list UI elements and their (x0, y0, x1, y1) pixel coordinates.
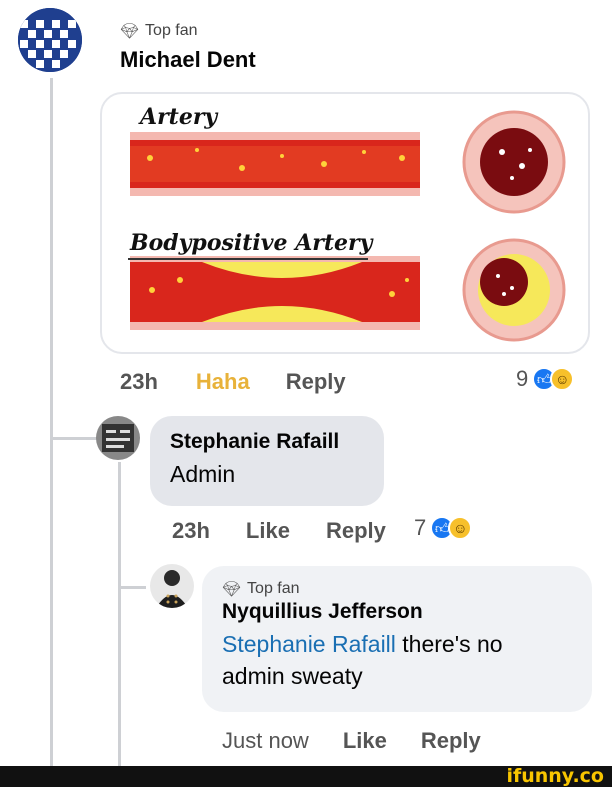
reply-author[interactable]: Nyquillius Jefferson (222, 600, 572, 624)
thread-connector-1 (50, 437, 98, 440)
reply-meta: 23h Like Reply (172, 518, 386, 544)
reply-text-line2: admin sweaty (222, 663, 363, 689)
top-fan-badge: 💎︎ Top fan (120, 22, 198, 40)
mention-link[interactable]: Stephanie Rafaill (222, 631, 396, 657)
reaction-count: 9 (516, 366, 529, 391)
watermark-bar: ifunny.co (0, 766, 612, 787)
thread-line-main-lower (50, 440, 53, 766)
reaction-count: 7 (414, 515, 427, 540)
comment-author[interactable]: Michael Dent (120, 47, 256, 73)
reply-text-line1: there's no (395, 631, 503, 657)
reply-bubble: Stephanie Rafaill Admin (150, 416, 384, 506)
comment-image[interactable]: Artery Bodypositive Artery (100, 92, 590, 354)
laugh-emoji-icon: ☺ (550, 367, 575, 391)
diamond-gem-icon: 💎︎ (120, 23, 140, 40)
image-label-bodypositive: Bodypositive Artery (130, 230, 373, 256)
image-underline-bottom (128, 258, 368, 260)
reply-text: Stephanie Rafaill there's no admin sweat… (222, 628, 572, 692)
reply-bubble: 💎︎ Top fan Nyquillius Jefferson Stephani… (202, 566, 592, 712)
reply-meta: Just now Like Reply (222, 728, 481, 754)
reply-timestamp[interactable]: 23h (172, 518, 210, 544)
haha-button[interactable]: Haha (196, 369, 250, 395)
avatar[interactable] (96, 416, 140, 460)
diamond-gem-icon: 💎︎ (222, 581, 242, 598)
comment-meta: 23h Haha Reply (120, 369, 346, 395)
watermark-logo: ifunny.co (506, 765, 604, 787)
top-fan-badge: 💎︎ Top fan (222, 580, 572, 598)
reply-author[interactable]: Stephanie Rafaill (170, 430, 364, 454)
avatar[interactable] (150, 564, 194, 608)
reply-button[interactable]: Reply (286, 369, 346, 395)
reply-text: Admin (170, 461, 236, 487)
thread-line-main (50, 78, 53, 440)
reply-reactions[interactable]: 7 👍︎ ☺ (414, 515, 473, 541)
comment-timestamp[interactable]: 23h (120, 369, 158, 395)
laugh-emoji-icon: ☺ (448, 516, 473, 540)
comment-reactions[interactable]: 9 👍︎ ☺ (516, 366, 575, 392)
thread-line-reply (118, 462, 121, 766)
badge-label: Top fan (145, 22, 198, 39)
badge-label: Top fan (247, 580, 300, 597)
like-button[interactable]: Like (343, 728, 387, 754)
reply-button[interactable]: Reply (326, 518, 386, 544)
artery-illustration (130, 110, 566, 342)
reply-button[interactable]: Reply (421, 728, 481, 754)
like-button[interactable]: Like (246, 518, 290, 544)
reply-timestamp[interactable]: Just now (222, 728, 309, 754)
avatar[interactable] (18, 8, 82, 72)
thread-connector-2 (118, 586, 146, 589)
